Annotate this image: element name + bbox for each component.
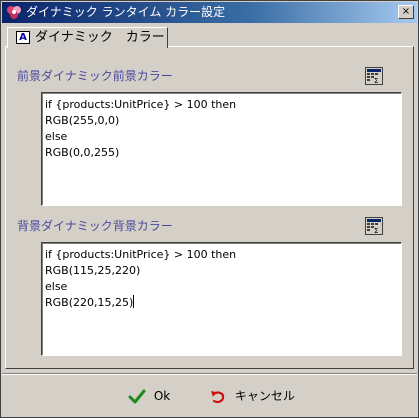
code-line-text: RGB(220,15,25) <box>45 296 134 309</box>
code-line: else <box>45 280 68 293</box>
window-title: ダイナミック ランタイム カラー設定 <box>26 5 226 19</box>
code-line: RGB(255,0,0) <box>45 114 120 127</box>
text-caret <box>133 295 135 308</box>
close-button[interactable]: × <box>398 5 414 19</box>
background-formula-editor-icon[interactable]: Σ <box>365 217 383 235</box>
title-bar[interactable]: ダイナミック ランタイム カラー設定 × <box>2 2 417 23</box>
app-icon <box>6 5 22 20</box>
foreground-section-label: 前景ダイナミック前景カラー <box>17 69 173 83</box>
font-a-icon: A <box>16 31 30 44</box>
checkmark-icon <box>128 389 150 403</box>
code-line: if {products:UnitPrice} > 100 then <box>45 248 237 261</box>
code-line: else <box>45 130 68 143</box>
background-formula-textarea[interactable]: if {products:UnitPrice} > 100 then RGB(1… <box>41 242 402 356</box>
svg-text:Σ: Σ <box>374 77 378 85</box>
svg-text:Σ: Σ <box>374 227 378 235</box>
ok-label: Ok <box>153 389 171 403</box>
code-line-with-caret: RGB(220,15,25) <box>45 295 398 311</box>
dialog-window: ダイナミック ランタイム カラー設定 × A ダイナミック カラー 前景ダイナミ… <box>0 0 419 418</box>
code-line: RGB(0,0,255) <box>45 146 120 159</box>
undo-arrow-icon <box>209 389 231 403</box>
tab-label: ダイナミック カラー <box>35 30 165 45</box>
ok-button[interactable]: Ok <box>128 385 170 407</box>
foreground-formula-textarea[interactable]: if {products:UnitPrice} > 100 then RGB(2… <box>41 92 402 206</box>
cancel-label: キャンセル <box>234 389 295 403</box>
footer-separator <box>2 373 417 375</box>
cancel-button[interactable]: キャンセル <box>209 385 295 407</box>
foreground-formula-editor-icon[interactable]: Σ <box>365 67 383 85</box>
tab-dynamic-color[interactable]: A ダイナミック カラー <box>7 27 168 48</box>
code-line: if {products:UnitPrice} > 100 then <box>45 98 237 111</box>
code-line: RGB(115,25,220) <box>45 264 141 277</box>
background-section-label: 背景ダイナミック背景カラー <box>17 219 173 233</box>
